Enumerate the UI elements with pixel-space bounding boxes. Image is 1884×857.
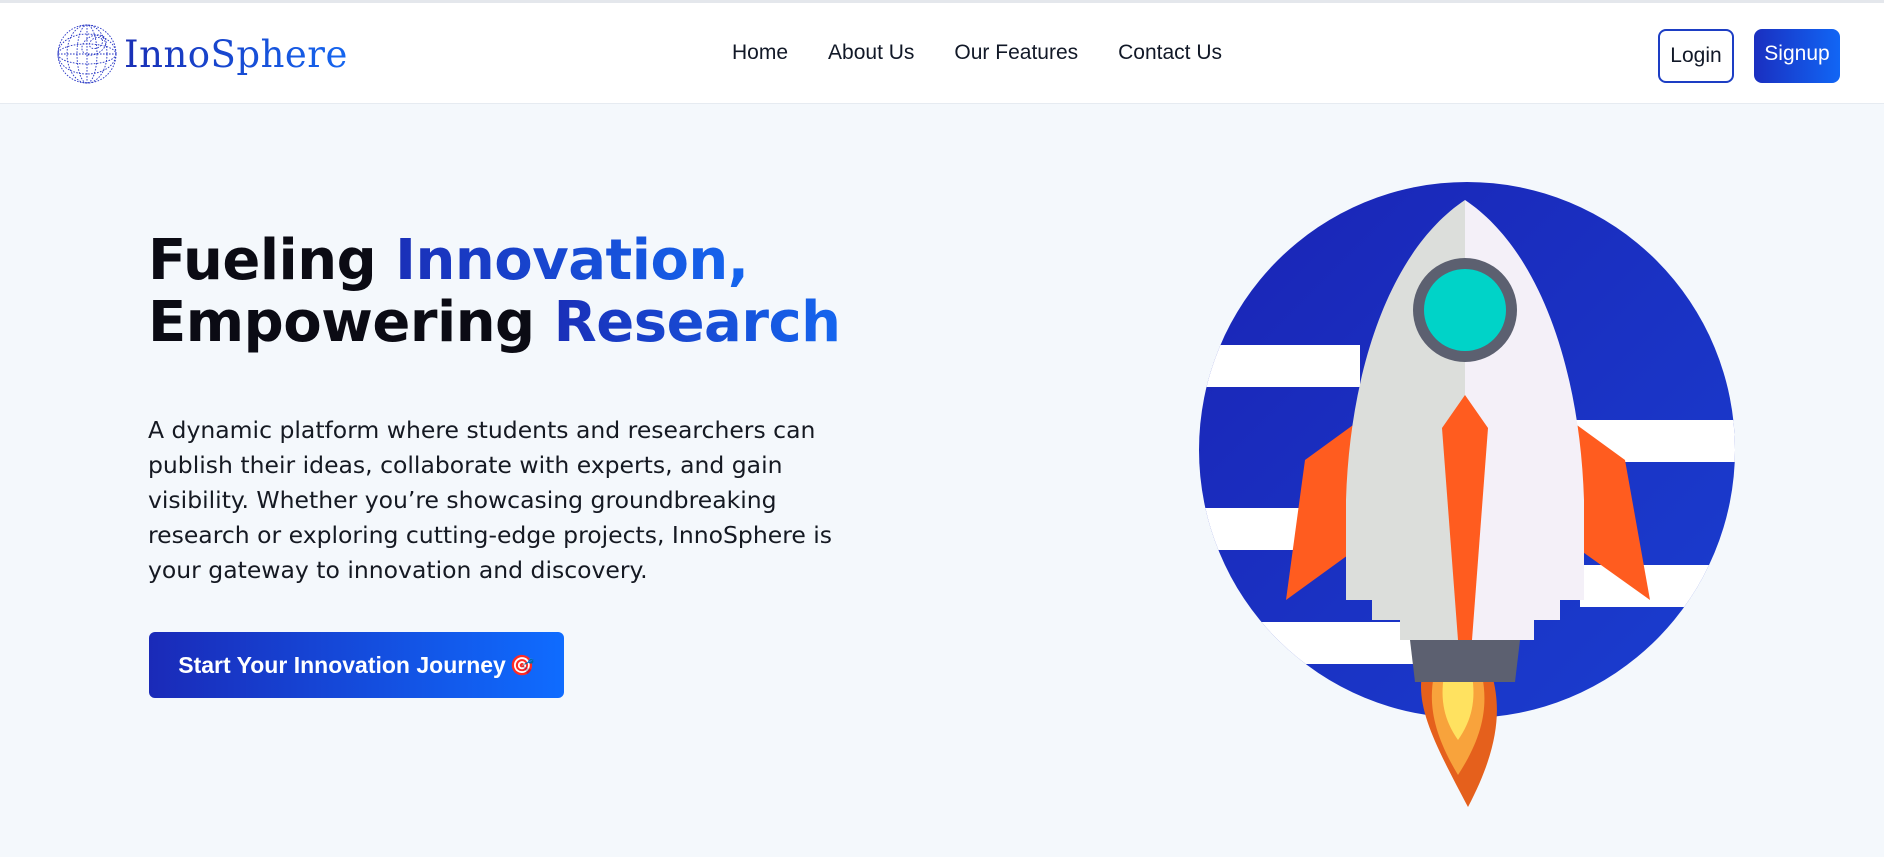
- login-button[interactable]: Login: [1658, 29, 1734, 83]
- target-icon: 🎯: [509, 654, 535, 677]
- nav-about-us[interactable]: About Us: [828, 41, 914, 65]
- nav-contact-us[interactable]: Contact Us: [1118, 41, 1222, 65]
- site-header: InnoSphere Home About Us Our Features Co…: [0, 3, 1884, 104]
- rocket-window: [1413, 258, 1517, 362]
- hero-title-line1-accent: Innovation,: [395, 228, 749, 293]
- start-journey-button[interactable]: Start Your Innovation Journey 🎯: [149, 632, 564, 698]
- globe-icon: [57, 24, 117, 84]
- rocket-flame: [1421, 675, 1497, 807]
- nav-our-features[interactable]: Our Features: [954, 41, 1078, 65]
- rocket-illustration: [1199, 182, 1735, 807]
- nav-home[interactable]: Home: [732, 41, 788, 65]
- hero-title-line2-accent: Research: [553, 290, 841, 355]
- hero-title-line2-plain: Empowering: [148, 290, 554, 355]
- main-nav: Home About Us Our Features Contact Us: [732, 41, 1262, 65]
- hero-title: Fueling Innovation, Empowering Research: [148, 230, 841, 354]
- hero-title-line1-plain: Fueling: [148, 228, 396, 293]
- brand-name: InnoSphere: [124, 32, 348, 76]
- signup-button[interactable]: Signup: [1754, 29, 1840, 83]
- brand-logo[interactable]: InnoSphere: [56, 21, 348, 87]
- hero-description: A dynamic platform where students and re…: [148, 416, 833, 584]
- cta-label: Start Your Innovation Journey: [178, 651, 506, 678]
